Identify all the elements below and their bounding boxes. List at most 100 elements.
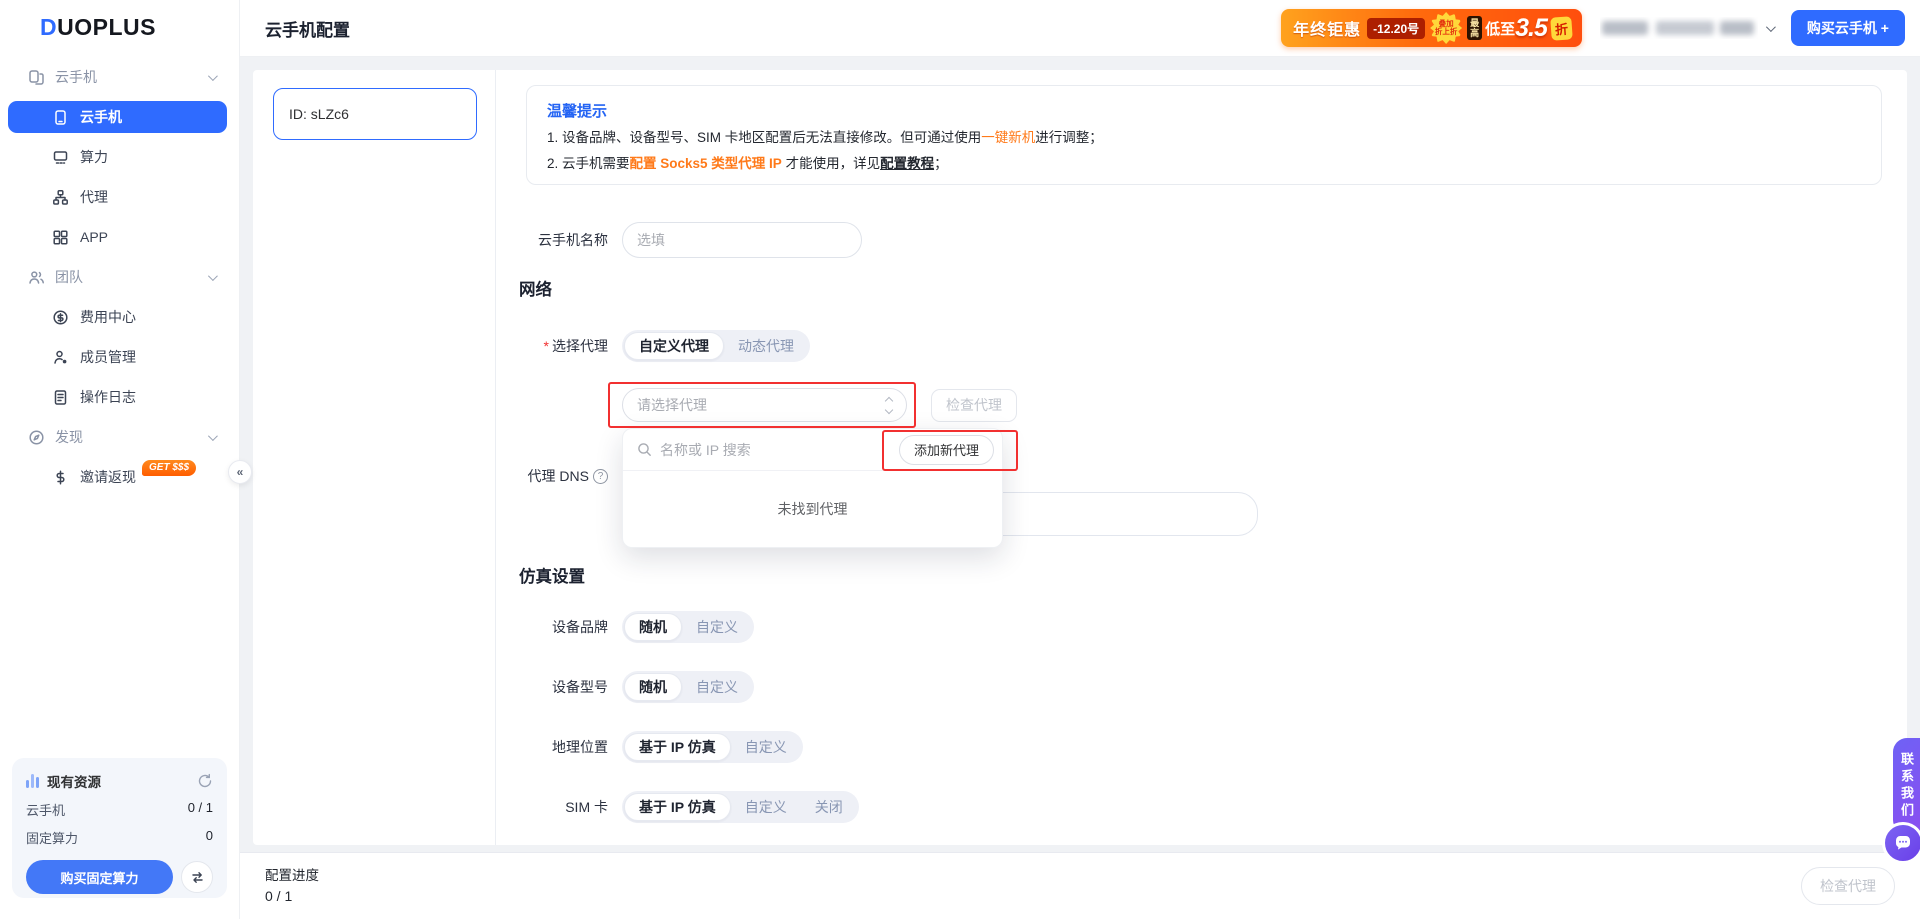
- proxy-search-row: 添加新代理: [623, 429, 1002, 471]
- buy-compute-button[interactable]: 购买固定算力: [26, 860, 173, 894]
- proxy-select-placeholder: 请选择代理: [637, 395, 707, 415]
- log-icon: [52, 389, 69, 406]
- add-proxy-button[interactable]: 添加新代理: [899, 435, 994, 465]
- bar-chart-icon: [26, 774, 39, 788]
- sidebar-item-members[interactable]: 成员管理: [8, 341, 227, 373]
- promo-banner[interactable]: 年终钜惠 -12.20号 叠加折上折 最高 低至 3.5 折: [1281, 9, 1582, 47]
- chevron-down-icon: [208, 431, 218, 441]
- config-form: 温馨提示 1. 设备品牌、设备型号、SIM 卡地区配置后无法直接修改。但可通过使…: [496, 70, 1907, 845]
- sidebar-group-cloud-phone[interactable]: 云手机: [8, 61, 227, 93]
- sim-off[interactable]: 关闭: [801, 793, 857, 821]
- progress-value: 0 / 1: [265, 888, 319, 904]
- footer-check-proxy-button[interactable]: 检查代理: [1801, 867, 1895, 905]
- resource-row-phone: 云手机0 / 1: [26, 800, 213, 819]
- chat-bubble-icon: [1893, 833, 1913, 853]
- compute-icon: [52, 149, 69, 166]
- dollar-circle-icon: [52, 309, 69, 326]
- phone-name-row: 云手机名称: [526, 222, 1882, 258]
- promo-date: -12.20号: [1367, 18, 1425, 39]
- sidebar-item-compute[interactable]: 算力: [8, 141, 227, 173]
- header: 云手机配置 年终钜惠 -12.20号 叠加折上折 最高 低至 3.5 折 购买云…: [240, 0, 1920, 57]
- instance-list: ID: sLZc6: [253, 70, 496, 845]
- page-title: 云手机配置: [265, 16, 350, 41]
- check-proxy-button[interactable]: 检查代理: [931, 389, 1017, 422]
- simulation-section-heading: 仿真设置: [519, 563, 585, 587]
- proxy-type-option-dynamic[interactable]: 动态代理: [724, 332, 808, 360]
- proxy-type-option-custom[interactable]: 自定义代理: [624, 332, 724, 360]
- device-model-label: 设备型号: [526, 677, 608, 697]
- sidebar-group-discover[interactable]: 发现: [8, 421, 227, 453]
- sim-card-row: SIM 卡 基于 IP 仿真 自定义 关闭: [526, 791, 1882, 823]
- device-model-random[interactable]: 随机: [624, 673, 682, 701]
- chat-button[interactable]: [1882, 822, 1920, 864]
- promo-star-badge: 叠加折上折: [1430, 12, 1462, 44]
- user-name-redacted: [1600, 17, 1758, 39]
- resource-row-compute: 固定算力0: [26, 828, 213, 847]
- network-icon: [52, 189, 69, 206]
- phone-name-label: 云手机名称: [526, 230, 608, 250]
- sidebar-nav: 云手机 云手机 算力 代理 APP 团队 费用中心: [0, 61, 239, 501]
- duoplus-logo[interactable]: DUOPLUS: [40, 14, 156, 41]
- sidebar-item-proxy[interactable]: 代理: [8, 181, 227, 213]
- proxy-type-label: *选择代理: [526, 336, 608, 356]
- resources-title: 现有资源: [47, 771, 101, 791]
- device-brand-segmented: 随机 自定义: [622, 611, 754, 643]
- sidebar-item-invite[interactable]: 邀请返现 GET $$$: [8, 461, 227, 493]
- logo-d: D: [40, 14, 57, 40]
- device-brand-random[interactable]: 随机: [624, 613, 682, 641]
- dual-phone-icon: [28, 69, 45, 86]
- swap-button[interactable]: [181, 861, 213, 893]
- contact-us-tab[interactable]: 联系我们: [1893, 738, 1920, 834]
- sidebar-item-cloud-phone[interactable]: 云手机: [8, 101, 227, 133]
- tip-line-1: 1. 设备品牌、设备型号、SIM 卡地区配置后无法直接修改。但可通过使用一键新机…: [547, 129, 1861, 147]
- proxy-type-segmented: 自定义代理 动态代理: [622, 330, 810, 362]
- sidebar-item-app[interactable]: APP: [8, 221, 227, 253]
- proxy-search-input[interactable]: [660, 442, 899, 458]
- one-key-new-device-link[interactable]: 一键新机: [981, 130, 1035, 145]
- tips-title: 温馨提示: [547, 100, 1861, 121]
- member-icon: [52, 349, 69, 366]
- geo-ip-simulation[interactable]: 基于 IP 仿真: [624, 733, 731, 761]
- device-model-segmented: 随机 自定义: [622, 671, 754, 703]
- compass-icon: [28, 429, 45, 446]
- team-icon: [28, 269, 45, 286]
- proxy-dns-label: 代理 DNS ?: [526, 466, 608, 486]
- select-caret-icon: [886, 398, 892, 413]
- sidebar-item-billing[interactable]: 费用中心: [8, 301, 227, 333]
- dollar-icon: [52, 469, 69, 486]
- geo-custom[interactable]: 自定义: [731, 733, 801, 761]
- resources-card: 现有资源 云手机0 / 1 固定算力0 购买固定算力: [12, 758, 227, 898]
- promo-main-text: 年终钜惠: [1293, 16, 1361, 40]
- footer-bar: 配置进度 0 / 1 检查代理: [240, 852, 1920, 919]
- buy-cloud-phone-button[interactable]: 购买云手机 +: [1791, 10, 1905, 46]
- proxy-select[interactable]: 请选择代理: [622, 388, 907, 422]
- sim-custom[interactable]: 自定义: [731, 793, 801, 821]
- sidebar-group-team[interactable]: 团队: [8, 261, 227, 293]
- sidebar: DUOPLUS 云手机 云手机 算力 代理 APP 团队: [0, 0, 240, 919]
- logo-rest: UOPLUS: [57, 14, 156, 40]
- promo-zhe: 折: [1550, 16, 1573, 40]
- phone-name-input[interactable]: [622, 222, 862, 258]
- user-account[interactable]: [1600, 17, 1773, 39]
- geo-location-row: 地理位置 基于 IP 仿真 自定义: [526, 731, 1882, 763]
- invite-badge: GET $$$: [142, 460, 196, 476]
- chevron-down-icon: [208, 71, 218, 81]
- device-brand-custom[interactable]: 自定义: [682, 613, 752, 641]
- swap-icon: [190, 870, 205, 885]
- network-section-heading: 网络: [519, 276, 552, 300]
- config-tutorial-link[interactable]: 配置教程: [880, 156, 934, 171]
- instance-card[interactable]: ID: sLZc6: [273, 88, 477, 140]
- geo-location-segmented: 基于 IP 仿真 自定义: [622, 731, 803, 763]
- tip-line-2: 2. 云手机需要配置 Socks5 类型代理 IP 才能使用，详见配置教程；: [547, 155, 1861, 173]
- chevron-down-icon: [208, 271, 218, 281]
- progress-label: 配置进度: [265, 864, 319, 884]
- sim-card-label: SIM 卡: [526, 797, 608, 817]
- refresh-icon[interactable]: [197, 773, 213, 789]
- device-model-custom[interactable]: 自定义: [682, 673, 752, 701]
- sidebar-collapse-button[interactable]: «: [228, 460, 252, 484]
- help-icon[interactable]: ?: [593, 469, 608, 484]
- device-brand-row: 设备品牌 随机 自定义: [526, 611, 1882, 643]
- proxy-empty-state: 未找到代理: [623, 471, 1002, 547]
- sidebar-item-logs[interactable]: 操作日志: [8, 381, 227, 413]
- sim-ip-simulation[interactable]: 基于 IP 仿真: [624, 793, 731, 821]
